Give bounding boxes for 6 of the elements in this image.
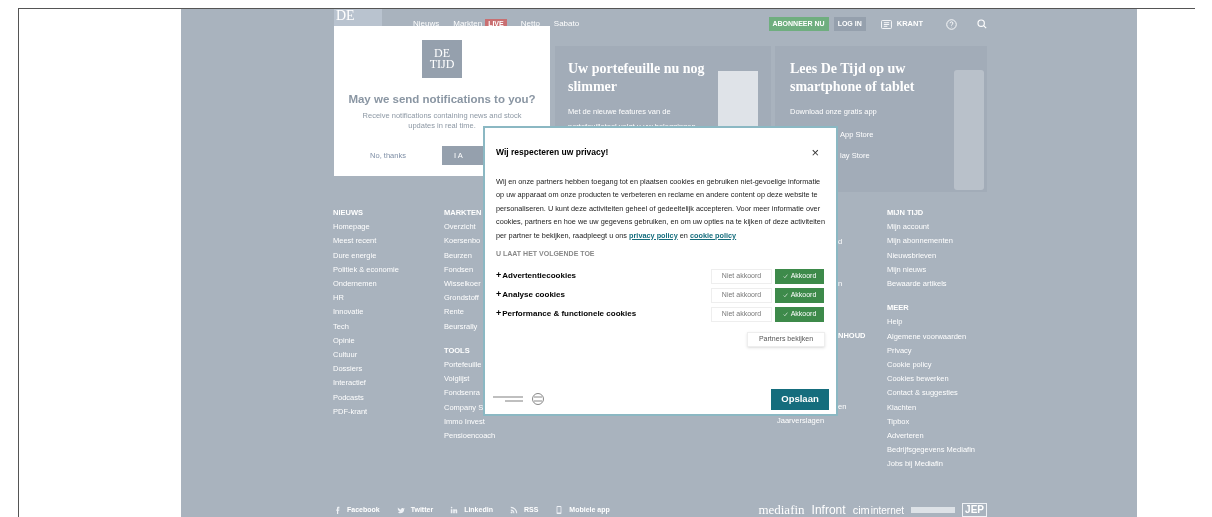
promo-title: Lees De Tijd op uw smartphone of tablet xyxy=(790,60,916,96)
logo-text: DE xyxy=(434,48,450,59)
popup-title: May we send notifications to you? xyxy=(348,92,536,107)
dialog-title: Wij respecteren uw privacy! xyxy=(496,146,609,159)
logo-text: TIJD xyxy=(429,59,455,70)
promo-title: Uw portefeuille nu nog slimmer xyxy=(568,60,706,96)
